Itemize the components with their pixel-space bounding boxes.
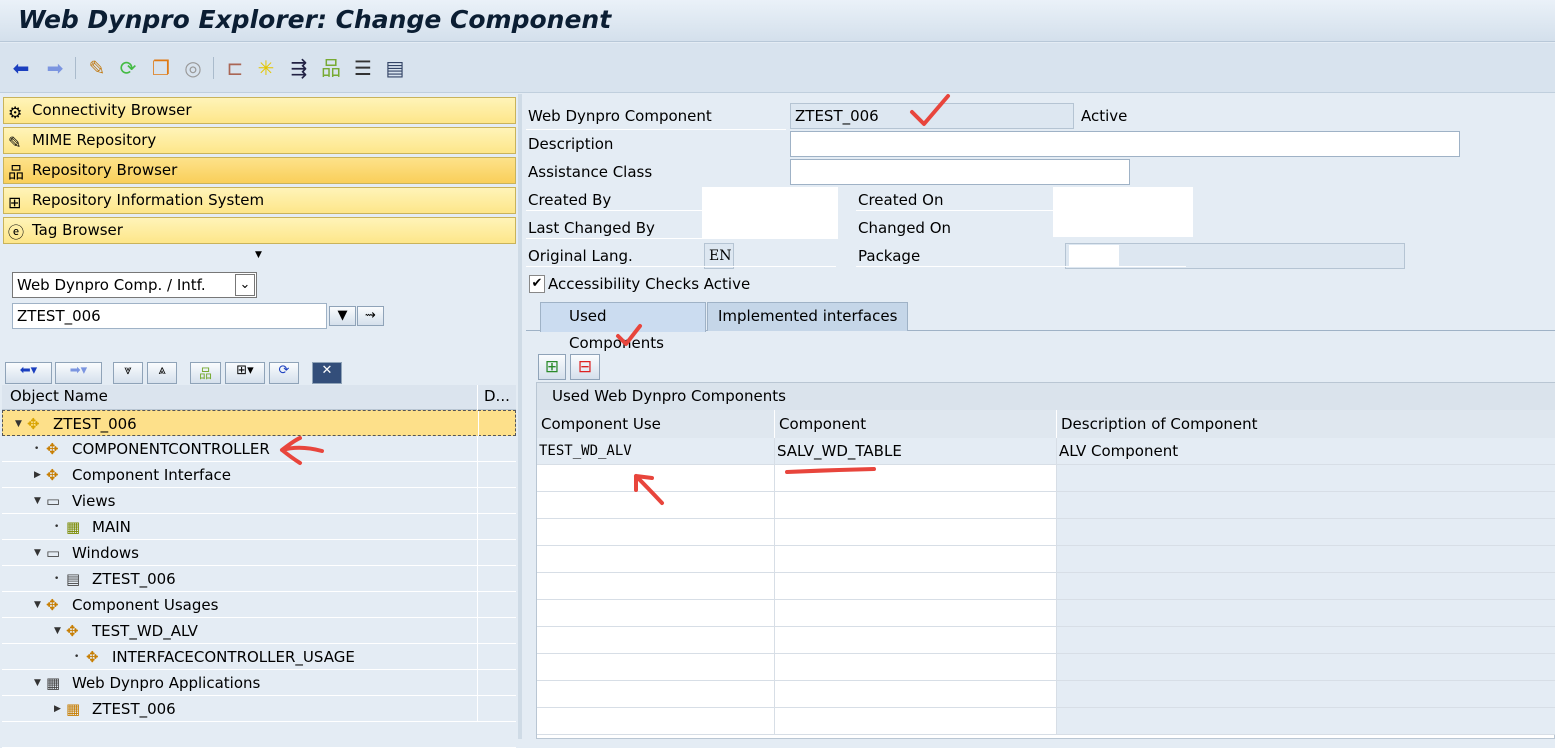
annotation-overlay <box>280 94 950 505</box>
underline-annotation <box>785 467 876 474</box>
arrow-annotation <box>634 474 664 505</box>
checkmark-annotation <box>616 324 642 346</box>
checkmark-annotation <box>910 94 950 126</box>
arrow-annotation <box>280 436 324 465</box>
